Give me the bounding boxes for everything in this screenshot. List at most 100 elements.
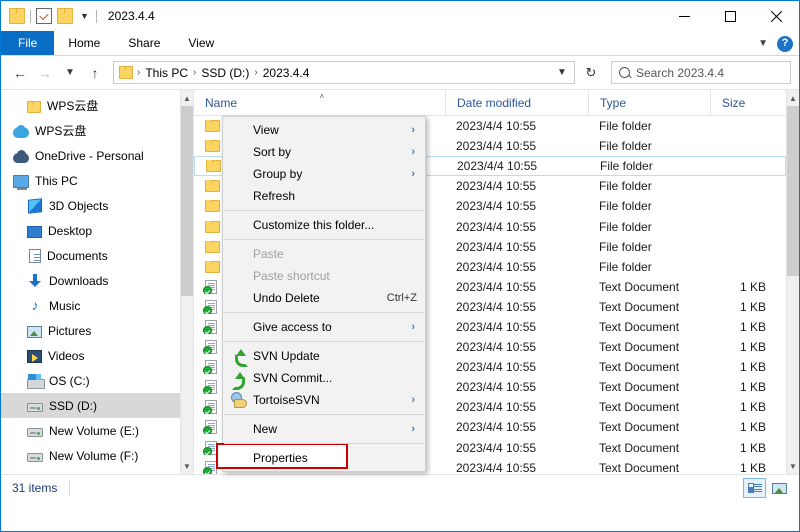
menu-separator: [224, 239, 424, 240]
sidebar-item-wps[interactable]: WPS云盘: [1, 93, 193, 118]
menu-item-customize-this-folder[interactable]: Customize this folder...: [223, 214, 425, 236]
scroll-down-icon[interactable]: ▼: [181, 458, 193, 474]
file-list-scrollbar[interactable]: ▲ ▼: [786, 90, 799, 474]
expand-ribbon-icon[interactable]: ▼: [758, 38, 768, 49]
menu-separator: [224, 312, 424, 313]
sidebar-item-label: New Volume (E:): [49, 423, 140, 438]
breadcrumb-ssd-d[interactable]: SSD (D:): [198, 66, 252, 80]
sidebar-item-videos[interactable]: Videos: [1, 343, 193, 368]
text-document-icon: [203, 319, 217, 334]
context-menu[interactable]: View › Sort by › Group by › Refresh Customize t…: [216, 116, 426, 472]
column-header-type[interactable]: Type: [588, 90, 710, 116]
scroll-up-icon[interactable]: ▲: [787, 90, 799, 106]
details-view-button[interactable]: [743, 478, 766, 498]
chevron-down-icon[interactable]: ▼: [552, 62, 572, 83]
menu-item-label: Group by: [253, 167, 303, 181]
sidebar-item-wps[interactable]: WPS云盘: [1, 118, 193, 143]
menu-item-give-access-to[interactable]: Give access to ›: [223, 316, 425, 338]
sidebar-item-downloads[interactable]: Downloads: [1, 268, 193, 293]
up-button[interactable]: ↑: [84, 61, 106, 85]
sidebar-item-music[interactable]: ♪ Music: [1, 293, 193, 318]
sidebar-scrollbar[interactable]: ▲ ▼: [180, 90, 193, 474]
pictures-icon: [27, 325, 42, 338]
cell-date-modified: 2023/4/4 10:55: [456, 299, 537, 314]
breadcrumb-separator: ›: [137, 67, 141, 78]
breadcrumb-separator: ›: [254, 67, 258, 78]
help-icon[interactable]: ?: [777, 35, 793, 52]
minimize-button[interactable]: [661, 1, 707, 31]
menu-item-sort-by[interactable]: Sort by ›: [223, 141, 425, 163]
sidebar-item-desktop[interactable]: Desktop: [1, 218, 193, 243]
refresh-button[interactable]: ↻: [578, 61, 604, 84]
column-header-name[interactable]: Name ˄: [194, 90, 445, 116]
desktop-icon: [27, 225, 42, 238]
chevron-right-icon: ›: [411, 321, 415, 333]
folder-icon: [205, 180, 220, 193]
menu-item-view[interactable]: View ›: [223, 119, 425, 141]
explorer-body: WPS云盘 WPS云盘 OneDrive - Personal This PC 3D O…: [1, 89, 799, 474]
scroll-up-icon[interactable]: ▲: [181, 90, 193, 106]
column-header-date-modified[interactable]: Date modified: [445, 90, 588, 116]
sidebar-item-pictures[interactable]: Pictures: [1, 318, 193, 343]
sidebar-item-label: 3D Objects: [49, 198, 109, 213]
menu-item-properties[interactable]: Properties: [216, 443, 425, 469]
cell-date-modified: 2023/4/4 10:55: [456, 460, 537, 474]
recent-locations-button[interactable]: ▼: [59, 61, 81, 85]
folder-icon: [205, 220, 220, 233]
cell-date-modified: 2023/4/4 10:55: [456, 360, 537, 375]
large-icons-view-button[interactable]: [768, 478, 791, 498]
cell-size: 1 KB: [739, 360, 766, 375]
menu-item-svn-commit[interactable]: SVN Commit...: [223, 367, 425, 390]
back-button[interactable]: ←: [9, 61, 31, 85]
sidebar-item-3d-objects[interactable]: 3D Objects: [1, 193, 193, 218]
cell-size: 1 KB: [739, 299, 766, 314]
scrollbar-thumb[interactable]: [787, 106, 799, 276]
close-button[interactable]: [753, 1, 799, 31]
sidebar-item-new-volume-f[interactable]: New Volume (F:): [1, 443, 193, 468]
maximize-button[interactable]: [707, 1, 753, 31]
tab-home[interactable]: Home: [54, 31, 114, 55]
menu-item-undo-delete[interactable]: Undo Delete Ctrl+Z: [223, 287, 425, 309]
sidebar-item-this-pc[interactable]: This PC: [1, 168, 193, 193]
cell-type: Text Document: [599, 340, 680, 355]
sidebar-item-label: OneDrive - Personal: [35, 148, 144, 163]
sidebar-item-onedrive-personal[interactable]: OneDrive - Personal: [1, 143, 193, 168]
menu-item-refresh[interactable]: Refresh: [223, 185, 425, 207]
sidebar-item-ssd-d[interactable]: SSD (D:): [1, 393, 193, 418]
chevron-down-icon[interactable]: ▼: [78, 11, 91, 21]
search-input[interactable]: Search 2023.4.4: [611, 61, 791, 84]
menu-item-label: Give access to: [253, 320, 332, 334]
sidebar-item-new-volume-e[interactable]: New Volume (E:): [1, 418, 193, 443]
forward-button[interactable]: →: [34, 61, 56, 85]
divider: [69, 480, 71, 495]
cell-type: File folder: [599, 199, 652, 214]
breadcrumb-this-pc[interactable]: This PC: [142, 66, 191, 80]
menu-item-label: Paste: [253, 247, 284, 261]
sidebar-item-os-c[interactable]: OS (C:): [1, 368, 193, 393]
cloud-dark-icon: [13, 149, 29, 163]
cell-date-modified: 2023/4/4 10:55: [456, 119, 537, 134]
folder-icon[interactable]: [9, 8, 25, 24]
column-header-size[interactable]: Size: [710, 90, 780, 116]
drive-icon: [27, 403, 43, 412]
tab-share[interactable]: Share: [114, 31, 174, 55]
breadcrumb-current-folder[interactable]: 2023.4.4: [260, 66, 313, 80]
new-folder-icon[interactable]: [57, 8, 73, 24]
cell-type: File folder: [600, 159, 653, 174]
menu-item-tortoisesvn[interactable]: TortoiseSVN ›: [223, 389, 425, 411]
breadcrumb[interactable]: › This PC › SSD (D:) › 2023.4.4 ▼: [113, 61, 575, 84]
cell-date-modified: 2023/4/4 10:55: [456, 279, 537, 294]
large-icons-view-icon: [772, 482, 787, 494]
menu-item-new[interactable]: New ›: [223, 418, 425, 440]
sidebar-item-documents[interactable]: Documents: [1, 243, 193, 268]
scrollbar-thumb[interactable]: [181, 106, 193, 296]
check-overlay-icon: [204, 388, 211, 395]
menu-item-group-by[interactable]: Group by ›: [223, 163, 425, 185]
scroll-down-icon[interactable]: ▼: [787, 458, 799, 474]
sidebar-item-label: Pictures: [48, 323, 92, 338]
tab-view[interactable]: View: [174, 31, 228, 55]
properties-icon[interactable]: [36, 8, 52, 24]
navigation-pane: WPS云盘 WPS云盘 OneDrive - Personal This PC 3D O…: [1, 90, 194, 474]
tab-file[interactable]: File: [1, 31, 55, 55]
menu-item-svn-update[interactable]: SVN Update: [223, 345, 425, 367]
